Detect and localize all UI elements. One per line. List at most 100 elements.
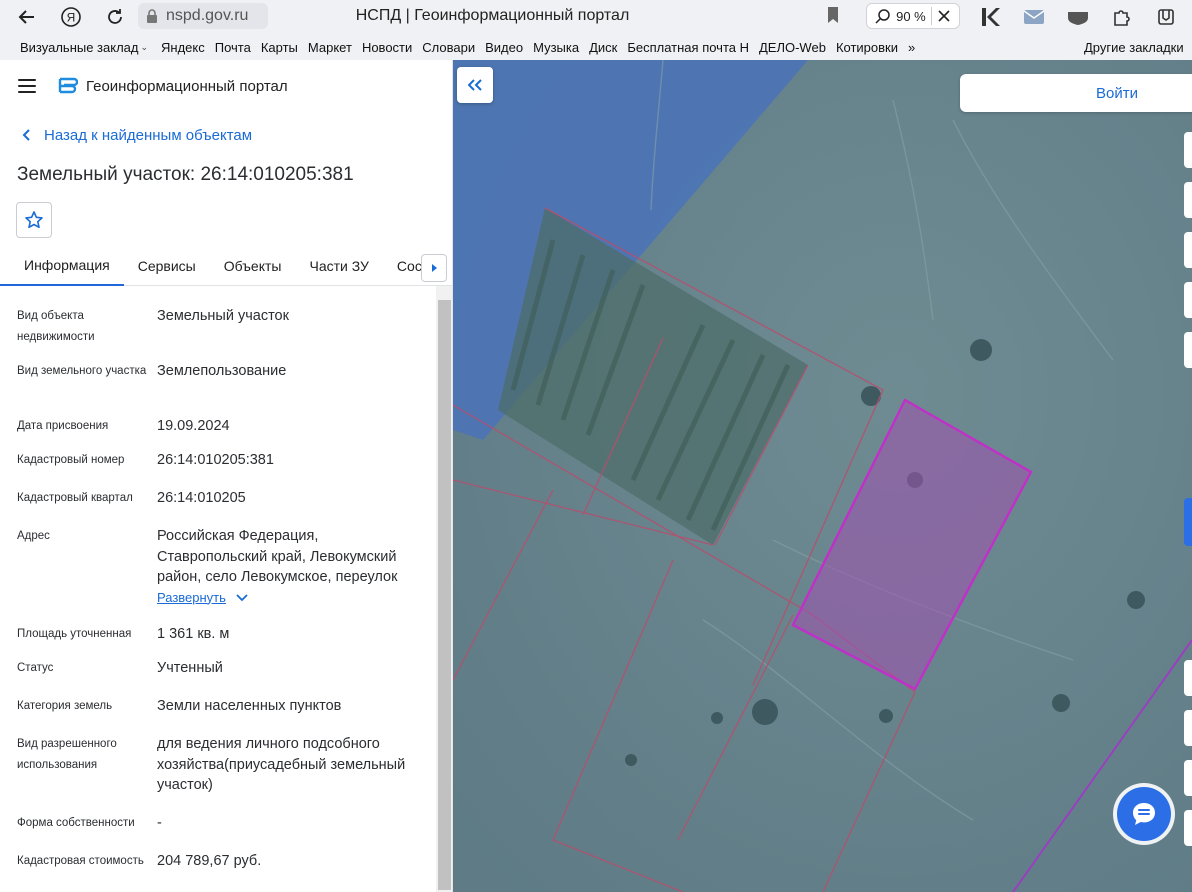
map-view[interactable]: Войти (453, 60, 1192, 892)
chevron-down-icon[interactable]: ⌄ (140, 42, 148, 53)
info-row: Вид земельного участка Землепользование (17, 361, 432, 382)
bookmarks-bar: Визуальные заклад ⌄ Яндекс Почта Карты М… (0, 34, 1192, 60)
info-row: Статус Учтенный (17, 658, 432, 679)
bookmark-item[interactable]: Видео (480, 40, 528, 55)
scrollbar-thumb[interactable] (438, 300, 451, 890)
lock-icon (147, 9, 157, 23)
info-label: Статус (17, 662, 54, 674)
map-control-button[interactable] (1184, 710, 1192, 746)
expand-label: Развернуть (157, 589, 226, 605)
info-label: Категория земель (17, 700, 113, 712)
tab-parcel-parts[interactable]: Части ЗУ (295, 246, 382, 286)
info-row: Площадь уточненная 1 361 кв. м (17, 624, 432, 645)
info-label: Кадастровый квартал (17, 492, 133, 504)
downloads-icon[interactable] (1154, 5, 1178, 29)
menu-icon[interactable] (18, 79, 36, 93)
zoom-divider (930, 7, 932, 25)
info-row: Вид разрешенного использования для веден… (17, 734, 432, 796)
collapse-panel-button[interactable] (457, 67, 493, 103)
info-row: Дата присвоения 19.09.2024 (17, 416, 432, 437)
map-side-tab[interactable] (1184, 498, 1192, 546)
login-bar: Войти (960, 74, 1192, 112)
address-bar[interactable]: nspd.gov.ru (138, 3, 268, 29)
map-control-button[interactable] (1184, 332, 1192, 368)
bookmark-item[interactable]: Почта (210, 40, 256, 55)
info-label: Вид земельного участка (17, 365, 147, 377)
info-label: Форма собственности (17, 817, 135, 829)
info-value: 26:14:010205 (157, 490, 246, 506)
info-scrollbar[interactable] (436, 286, 452, 892)
map-control-button[interactable] (1184, 810, 1192, 846)
map-control-button[interactable] (1184, 232, 1192, 268)
bookmarks-overflow-button[interactable]: » (903, 40, 920, 55)
map-control-button[interactable] (1184, 182, 1192, 218)
tab-information[interactable]: Информация (0, 246, 124, 286)
info-value: Земли населенных пунктов (157, 698, 342, 714)
bookmark-item[interactable]: Яндекс (156, 40, 210, 55)
info-label: Кадастровый номер (17, 454, 125, 466)
shield-icon[interactable] (1066, 5, 1090, 29)
bookmark-item[interactable]: Словари (417, 40, 480, 55)
map-control-button[interactable] (1184, 132, 1192, 168)
info-row: Категория земель Земли населенных пункто… (17, 696, 432, 717)
bookmark-item[interactable]: Новости (357, 40, 417, 55)
info-value: Землепользование (157, 363, 287, 379)
info-label: Вид разрешенного использования (17, 738, 117, 771)
panel-header: Геоинформационный портал (0, 60, 452, 112)
bookmark-item[interactable]: Маркет (303, 40, 357, 55)
bookmark-icon[interactable] (826, 6, 840, 29)
info-value: Российская Федерация, Ставропольский кра… (157, 528, 398, 585)
bookmark-item[interactable]: Визуальные заклад (0, 40, 140, 55)
map-control-button[interactable] (1184, 760, 1192, 796)
chat-button[interactable] (1117, 787, 1171, 841)
favorite-button[interactable] (16, 202, 52, 238)
tab-objects[interactable]: Объекты (210, 246, 296, 286)
info-tabs: Информация Сервисы Объекты Части ЗУ Сост… (0, 246, 452, 286)
info-label: Площадь уточненная (17, 628, 132, 640)
expand-address-link[interactable]: Развернуть (157, 588, 248, 609)
info-value: 26:14:010205:381 (157, 452, 274, 468)
browser-toolbar: Я nspd.gov.ru НСПД | Геоинформационный п… (0, 0, 1192, 34)
close-icon[interactable] (937, 9, 951, 23)
extensions-puzzle-icon[interactable] (1110, 5, 1134, 29)
bookmark-item[interactable]: Музыка (528, 40, 584, 55)
back-to-results-link[interactable]: Назад к найденным объектам (0, 122, 452, 148)
bookmark-item[interactable]: Диск (584, 40, 622, 55)
info-value: 19.09.2024 (157, 418, 230, 434)
address-block: Российская Федерация, Ставропольский кра… (157, 526, 432, 608)
bookmark-item[interactable]: Котировки (831, 40, 903, 55)
portal-logo-icon (58, 77, 78, 94)
double-chevron-left-icon (468, 79, 482, 91)
login-button[interactable]: Войти (1096, 85, 1138, 102)
object-title: Земельный участок: 26:14:010205:381 (17, 164, 354, 185)
back-arrow-icon[interactable] (12, 2, 42, 32)
bookmark-item[interactable]: Бесплатная почта Н (622, 40, 754, 55)
kaspersky-icon[interactable] (978, 5, 1002, 29)
info-row: Кадастровый квартал 26:14:010205 (17, 488, 432, 509)
info-row: Вид объекта недвижимости Земельный участ… (17, 306, 432, 347)
satellite-map[interactable] (453, 60, 1192, 892)
tabs-scroll-right-button[interactable] (421, 254, 447, 282)
tab-services[interactable]: Сервисы (124, 246, 210, 286)
zoom-value: 90 % (896, 8, 926, 24)
info-row: Форма собственности - (17, 813, 432, 834)
caret-right-icon (432, 264, 437, 272)
star-icon (25, 211, 43, 229)
map-control-button[interactable] (1184, 660, 1192, 696)
other-bookmarks[interactable]: Другие закладки (1084, 40, 1184, 55)
mail-icon[interactable] (1022, 5, 1046, 29)
reload-icon[interactable] (100, 2, 130, 32)
info-label: Адрес (17, 530, 50, 542)
info-label: Дата присвоения (17, 420, 109, 432)
page-title: НСПД | Геоинформационный портал (355, 7, 630, 24)
info-row: Кадастровый номер 26:14:010205:381 (17, 450, 432, 471)
yandex-logo-icon[interactable]: Я (56, 2, 86, 32)
bookmark-item[interactable]: ДЕЛО-Web (754, 40, 831, 55)
info-value: для ведения личного подсобного хозяйства… (157, 736, 406, 793)
back-link-label: Назад к найденным объектам (44, 126, 253, 144)
bookmark-item[interactable]: Карты (256, 40, 303, 55)
chevron-left-icon (22, 129, 30, 141)
zoom-indicator[interactable]: 90 % (866, 3, 960, 29)
map-control-button[interactable] (1184, 282, 1192, 318)
info-list: Вид объекта недвижимости Земельный участ… (0, 286, 436, 892)
